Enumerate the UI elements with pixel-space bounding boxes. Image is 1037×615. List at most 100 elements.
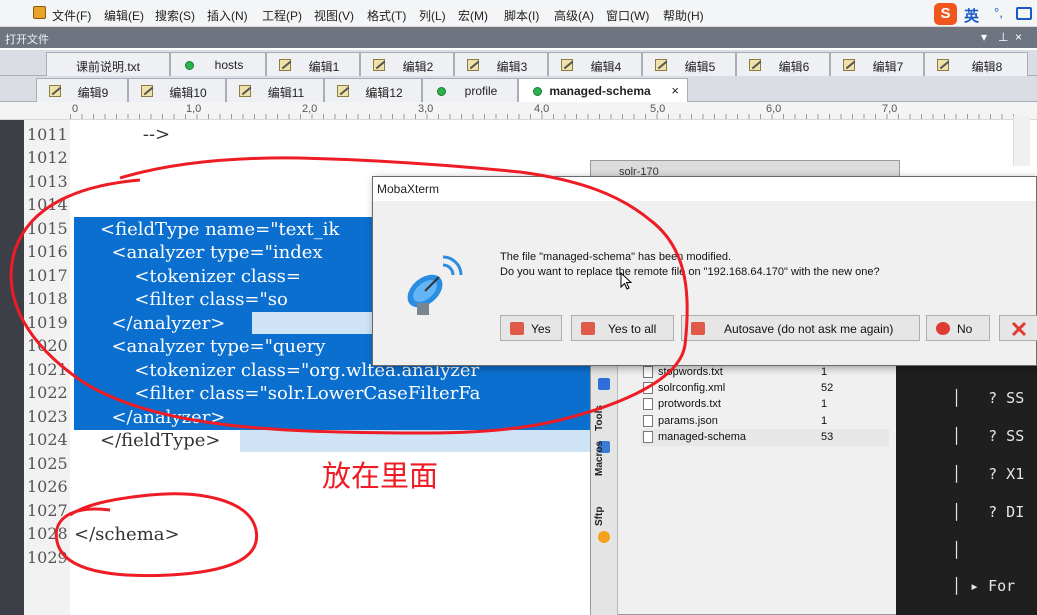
- tab-edit3[interactable]: 编辑3: [454, 52, 548, 76]
- menu-script[interactable]: 脚本(I): [504, 7, 539, 24]
- tab-label: 编辑7: [872, 60, 904, 74]
- menu-view[interactable]: 视图(V): [314, 7, 354, 24]
- line-number: 1027: [27, 501, 68, 520]
- dialog-titlebar: MobaXterm: [373, 177, 1036, 201]
- button-label: Yes to all: [608, 322, 657, 336]
- line-number: 1011: [27, 125, 68, 144]
- file-icon: [643, 415, 653, 427]
- side-tab-strip: Tools Macros Sftp: [591, 356, 618, 615]
- dialog-message-line1: The file "managed-schema" has been modif…: [500, 251, 731, 263]
- tab-profile[interactable]: profile: [422, 78, 518, 102]
- menu-edit[interactable]: 编辑(E): [104, 7, 144, 24]
- menu-column[interactable]: 列(L): [419, 7, 446, 24]
- line-number: 1028: [27, 524, 68, 543]
- menu-format[interactable]: 格式(T): [367, 7, 406, 24]
- tab-edit10[interactable]: 编辑10: [128, 78, 226, 102]
- tab-label: 编辑12: [365, 86, 403, 100]
- menu-search[interactable]: 搜索(S): [155, 7, 195, 24]
- file-size: 52: [821, 382, 834, 394]
- menu-help[interactable]: 帮助(H): [663, 7, 704, 24]
- autosave-button[interactable]: Autosave (do not ask me again): [681, 315, 920, 341]
- side-tab-sftp[interactable]: Sftp: [594, 507, 605, 526]
- tab-edit9[interactable]: 编辑9: [36, 78, 128, 102]
- file-row[interactable]: protwords.txt 1: [641, 396, 889, 413]
- tab-edit1[interactable]: 编辑1: [266, 52, 360, 76]
- cancel-button[interactable]: [999, 315, 1037, 341]
- editor-scrollbar[interactable]: [1013, 116, 1030, 166]
- line-number: 1016: [27, 242, 68, 261]
- save-icon: [510, 322, 524, 335]
- file-size: 1: [821, 366, 828, 378]
- file-row[interactable]: params.json 1: [641, 413, 889, 430]
- line-number: 1029: [27, 548, 68, 567]
- tab-edit8[interactable]: 编辑8: [924, 52, 1028, 76]
- line-number: 1013: [27, 172, 68, 191]
- menu-project[interactable]: 工程(P): [262, 7, 302, 24]
- terminal-pane[interactable]: │ │ │ ? SS │ ? SS │ ? X1 │ ? DI │ │ ▸ Fo…: [896, 345, 1037, 615]
- file-name: params.json: [658, 415, 718, 427]
- tab-edit5[interactable]: 编辑5: [642, 52, 736, 76]
- tab-row-1: 课前说明.txt hosts 编辑1 编辑2 编辑3 编辑4 编辑5 编辑6 编…: [0, 50, 1037, 76]
- line-number: 1017: [27, 266, 68, 285]
- tab-managed-schema[interactable]: managed-schema ×: [518, 78, 688, 103]
- tab-edit4[interactable]: 编辑4: [548, 52, 642, 76]
- tab-edit7[interactable]: 编辑7: [830, 52, 924, 76]
- tab-hosts[interactable]: hosts: [170, 52, 266, 76]
- menu-macro[interactable]: 宏(M): [458, 7, 488, 24]
- line-number: 1022: [27, 383, 68, 402]
- yes-button[interactable]: Yes: [500, 315, 562, 341]
- menu-window[interactable]: 窗口(W): [606, 7, 649, 24]
- panel-close-icon[interactable]: ×: [1015, 30, 1022, 44]
- menu-insert[interactable]: 插入(N): [207, 7, 248, 24]
- tab-label: 编辑6: [778, 60, 810, 74]
- ruler-label: 0: [72, 103, 79, 115]
- dialog-title: MobaXterm: [377, 182, 440, 196]
- code-line-1020: <analyzer type="query: [100, 336, 326, 357]
- yes-to-all-button[interactable]: Yes to all: [571, 315, 674, 341]
- code-line-1023: </analyzer>: [100, 407, 226, 428]
- tab-label: 编辑2: [402, 60, 434, 74]
- file-icon: [643, 382, 653, 394]
- keyboard-icon: [1016, 7, 1032, 20]
- tab-edit11[interactable]: 编辑11: [226, 78, 324, 102]
- menu-file[interactable]: 文件(F): [52, 7, 91, 24]
- file-name: protwords.txt: [658, 398, 721, 410]
- tab-label: 编辑5: [684, 60, 716, 74]
- line-number: 1012: [27, 148, 68, 167]
- tab-course-notes[interactable]: 课前说明.txt: [46, 52, 170, 76]
- ruler-label: 2,0: [302, 103, 318, 115]
- tab-edit6[interactable]: 编辑6: [736, 52, 830, 76]
- menu-advanced[interactable]: 高级(A): [554, 7, 594, 24]
- side-tab-macros[interactable]: Macros: [594, 441, 605, 476]
- code-line-1015: <fieldType name="text_ik: [100, 219, 340, 240]
- no-button[interactable]: No: [926, 315, 990, 341]
- code-line-1018: <filter class="so: [100, 289, 288, 310]
- panel-dropdown-icon[interactable]: ▾: [981, 30, 987, 44]
- file-row-selected[interactable]: managed-schema 53: [641, 429, 889, 446]
- cancel-x-icon: [1011, 321, 1027, 337]
- line-number: 1023: [27, 407, 68, 426]
- file-row[interactable]: solrconfig.xml 52: [641, 380, 889, 397]
- file-size: 53: [821, 431, 834, 443]
- terminal-line: │ ? SS: [952, 389, 1025, 407]
- button-label: Autosave (do not ask me again): [724, 322, 894, 336]
- tab-edit12[interactable]: 编辑12: [324, 78, 422, 102]
- sogou-logo-icon: S: [934, 3, 957, 25]
- panel-pin-icon[interactable]: ⊥: [998, 30, 1008, 44]
- tab-close-icon[interactable]: ×: [671, 83, 679, 98]
- terminal-line: │ ? SS: [952, 427, 1025, 445]
- line-number: 1020: [27, 336, 68, 355]
- save-confirm-dialog: MobaXterm The file "managed-schema" has …: [372, 176, 1037, 366]
- line-number-gutter: 1011 1012 1013 1014 1015 1016 1017 1018 …: [24, 120, 70, 615]
- ime-indicator[interactable]: S 英 °,: [934, 2, 1037, 26]
- file-size: 1: [821, 398, 828, 410]
- tab-label: 编辑4: [590, 60, 622, 74]
- file-row[interactable]: stopwords.txt 1: [641, 364, 889, 381]
- side-tab-tools[interactable]: Tools: [594, 405, 605, 431]
- dialog-message-line2: Do you want to replace the remote file o…: [500, 266, 880, 278]
- file-icon: [643, 398, 653, 410]
- tab-edit2[interactable]: 编辑2: [360, 52, 454, 76]
- tab-label: 编辑9: [77, 86, 109, 100]
- code-line-1022: <filter class="solr.LowerCaseFilterFa: [100, 383, 481, 404]
- file-icon: [643, 431, 653, 443]
